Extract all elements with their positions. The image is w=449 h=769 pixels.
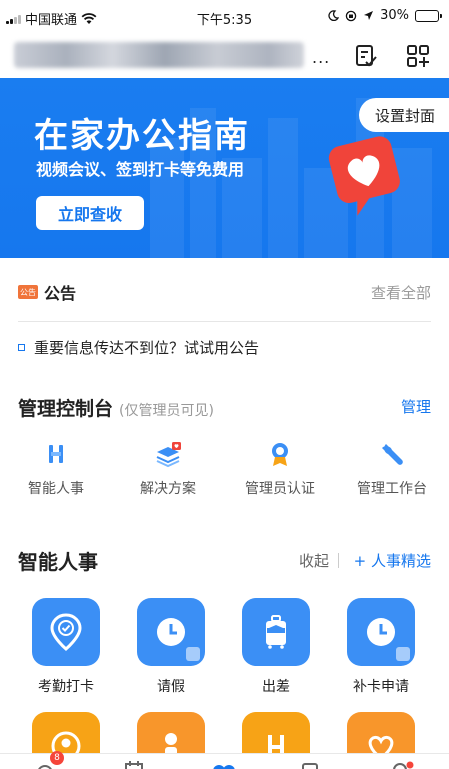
- user-badge-icon: [186, 647, 200, 661]
- location-check-icon: [50, 613, 82, 651]
- promo-banner[interactable]: 在家办公指南 视频会议、签到打卡等免费用 立即查收 设置封面: [0, 78, 449, 258]
- admin-item-workbench[interactable]: 管理工作台: [336, 440, 448, 498]
- heart-bubble-icon: [328, 136, 400, 216]
- app-tile: [32, 598, 100, 666]
- app-leave[interactable]: 请假: [121, 598, 221, 696]
- app-tile: [347, 598, 415, 666]
- tab-me[interactable]: [388, 758, 414, 769]
- manage-link[interactable]: 管理: [401, 396, 431, 417]
- app-label: 请假: [157, 679, 185, 695]
- app-label: 补卡申请: [353, 679, 409, 695]
- app-label: 出差: [262, 679, 290, 695]
- admin-item-label: 智能人事: [28, 481, 84, 497]
- divider: [18, 321, 431, 322]
- admin-item-admin-cert[interactable]: 管理员认证: [224, 440, 336, 498]
- notice-item-text: 重要信息传达不到位？试试用公告: [34, 339, 260, 357]
- user-badge-icon: [396, 647, 410, 661]
- check-now-button[interactable]: 立即查收: [36, 196, 144, 230]
- bullet-icon: [18, 344, 25, 351]
- more-indicator: ...: [312, 48, 331, 67]
- notice-item[interactable]: 重要信息传达不到位？试试用公告: [18, 337, 259, 358]
- notice-header: 公告 公告 查看全部: [18, 280, 431, 304]
- admin-only-note: (仅管理员可见): [119, 403, 214, 419]
- hr-featured-link[interactable]: + 人事精选: [354, 550, 431, 571]
- wrench-icon: [382, 444, 403, 465]
- view-all-link[interactable]: 查看全部: [371, 282, 431, 303]
- status-right: 30%: [328, 8, 442, 23]
- edit-list-icon[interactable]: [352, 42, 380, 70]
- workbench-icon: [213, 765, 235, 769]
- admin-console-grid: 智能人事 解决方案 管理员认证 管理工作台: [0, 440, 449, 500]
- clock-icon: [367, 618, 395, 646]
- message-count-badge: 8: [50, 751, 64, 765]
- admin-console-title: 管理控制台: [18, 398, 114, 420]
- app-missed-punch[interactable]: 补卡申请: [331, 598, 431, 696]
- orientation-lock-icon: [345, 10, 357, 21]
- badge-icon: [272, 443, 288, 466]
- status-bar: 中国联通 下午5:35 30%: [0, 0, 449, 34]
- bottom-tab-bar: 8: [0, 751, 449, 769]
- smart-hr-title: 智能人事: [18, 550, 98, 574]
- admin-console-header: 管理控制台 (仅管理员可见) 管理: [18, 394, 431, 422]
- document-icon: [302, 763, 318, 769]
- collapse-button[interactable]: 收起: [299, 550, 329, 571]
- add-app-grid-icon[interactable]: [404, 42, 432, 70]
- skyline-building: [268, 118, 298, 258]
- admin-item-label: 管理工作台: [357, 481, 427, 497]
- admin-item-label: 解决方案: [140, 481, 196, 497]
- tab-workbench[interactable]: [212, 758, 236, 769]
- smart-hr-header: 智能人事 收起 + 人事精选: [18, 546, 431, 574]
- header-separator: [338, 553, 339, 568]
- battery-percent: 30%: [380, 8, 409, 23]
- tab-messages[interactable]: 8: [36, 751, 64, 769]
- clock-icon: [157, 618, 185, 646]
- moon-icon: [328, 10, 340, 21]
- calendar-icon: [125, 761, 143, 769]
- admin-item-smart-hr[interactable]: 智能人事: [0, 440, 112, 498]
- notice-title: 公告: [44, 284, 77, 303]
- organization-name-blurred[interactable]: [14, 42, 304, 68]
- layers-icon: [156, 442, 181, 468]
- profile-icon: [393, 761, 414, 769]
- tab-docs[interactable]: [300, 758, 320, 769]
- admin-item-solutions[interactable]: 解决方案: [112, 440, 224, 498]
- admin-item-label: 管理员认证: [245, 481, 315, 497]
- app-tile: [137, 598, 205, 666]
- location-arrow-icon: [364, 11, 374, 20]
- tab-calendar[interactable]: [124, 758, 144, 769]
- app-label: 考勤打卡: [38, 679, 94, 695]
- notice-badge-icon: 公告: [18, 285, 38, 299]
- battery-icon: [415, 9, 442, 22]
- smart-hr-icon: [49, 445, 63, 463]
- banner-title: 在家办公指南: [34, 116, 250, 156]
- banner-subtitle: 视频会议、签到打卡等免费用: [36, 160, 245, 179]
- title-bar: ...: [0, 34, 449, 78]
- app-business-trip[interactable]: 出差: [226, 598, 326, 696]
- suitcase-icon: [266, 615, 286, 649]
- app-attendance[interactable]: 考勤打卡: [16, 598, 116, 696]
- app-tile: [242, 598, 310, 666]
